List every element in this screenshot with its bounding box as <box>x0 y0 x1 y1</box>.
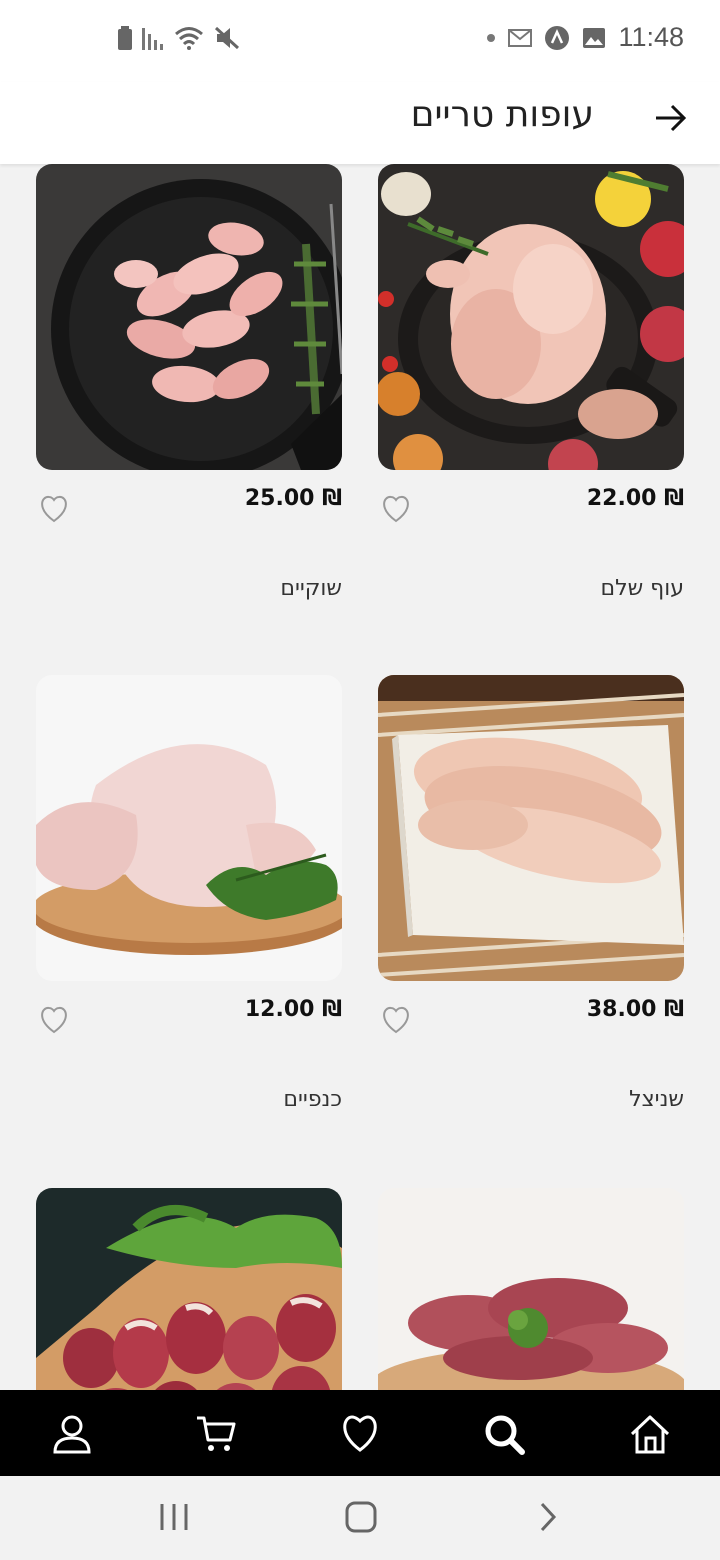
heart-outline-icon[interactable] <box>380 494 412 524</box>
product-name: עוף שלם <box>600 576 684 601</box>
bottom-nav <box>0 1390 720 1476</box>
recent-apps-icon[interactable] <box>158 1500 190 1534</box>
back-icon[interactable] <box>536 1500 560 1534</box>
heart-icon[interactable] <box>338 1412 382 1456</box>
product-card[interactable]: ₪ 38.00 שניצל <box>378 675 684 1112</box>
app-icon <box>545 25 570 50</box>
home-icon[interactable] <box>628 1412 672 1456</box>
product-price: ₪ 38.00 <box>586 997 684 1022</box>
product-card[interactable]: ₪ 25.00 שוקיים <box>36 164 342 601</box>
product-name: שוקיים <box>280 576 342 601</box>
product-grid: ₪ 22.00 עוף שלם ₪ 25.00 שוקיים ₪ 38.00 ש… <box>0 164 720 1390</box>
product-card[interactable] <box>36 1188 342 1390</box>
hearts-image[interactable] <box>36 1188 342 1390</box>
product-price: ₪ 12.00 <box>244 997 342 1022</box>
heart-outline-icon[interactable] <box>38 494 70 524</box>
dot-icon <box>487 33 496 42</box>
schnitzel-image[interactable] <box>378 675 684 981</box>
heart-outline-icon[interactable] <box>38 1005 70 1035</box>
system-nav <box>0 1476 720 1560</box>
product-card[interactable] <box>378 1188 684 1390</box>
wifi-icon <box>175 27 203 50</box>
whole-chicken-image[interactable] <box>378 164 684 470</box>
wings-image[interactable] <box>36 675 342 981</box>
signal-icon <box>142 28 163 50</box>
product-price: ₪ 25.00 <box>244 486 342 511</box>
status-bar: 11:48 <box>0 0 720 82</box>
product-name: כנפיים <box>283 1087 342 1112</box>
home-button-icon[interactable] <box>344 1500 378 1534</box>
user-icon[interactable] <box>50 1412 94 1456</box>
gallery-icon <box>583 27 606 48</box>
product-card[interactable]: ₪ 12.00 כנפיים <box>36 675 342 1112</box>
cart-icon[interactable] <box>194 1412 238 1456</box>
heart-outline-icon[interactable] <box>380 1005 412 1035</box>
header: עופות טריים <box>0 82 720 164</box>
drumsticks-image[interactable] <box>36 164 342 470</box>
status-icons-right: 11:48 <box>486 22 684 53</box>
product-card[interactable]: ₪ 22.00 עוף שלם <box>378 164 684 601</box>
status-time: 11:48 <box>618 22 684 52</box>
product-name: שניצל <box>629 1087 684 1112</box>
battery-icon <box>118 26 132 50</box>
gmail-icon <box>508 28 533 47</box>
page-title: עופות טריים <box>410 94 594 135</box>
mute-icon <box>214 26 240 50</box>
search-icon[interactable] <box>482 1412 526 1456</box>
arrow-right-icon[interactable] <box>650 98 690 138</box>
liver-image[interactable] <box>378 1188 684 1390</box>
status-icons-left <box>118 26 240 50</box>
product-price: ₪ 22.00 <box>586 486 684 511</box>
